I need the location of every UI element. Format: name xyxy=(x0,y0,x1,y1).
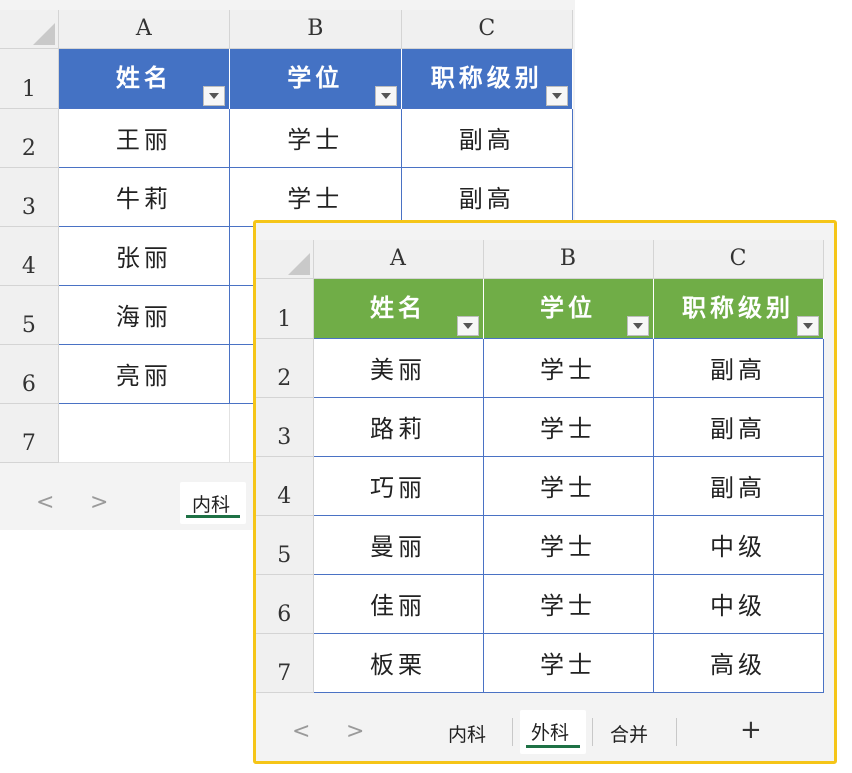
column-header-b[interactable]: B xyxy=(229,10,402,49)
tab-hebing[interactable]: 合并 xyxy=(610,720,648,747)
tab-neike[interactable]: 内科 xyxy=(448,720,486,747)
column-header-a[interactable]: A xyxy=(313,240,484,279)
prev-sheet-chevron-icon[interactable]: < xyxy=(292,719,310,744)
table-cell[interactable]: 学士 xyxy=(482,337,654,398)
select-all-corner[interactable] xyxy=(0,10,59,49)
filter-dropdown-icon[interactable] xyxy=(796,315,819,336)
tab-divider xyxy=(676,718,677,746)
table-cell[interactable]: 副高 xyxy=(652,337,824,398)
row-header-4[interactable]: 4 xyxy=(0,226,59,286)
table-cell[interactable]: 学士 xyxy=(482,573,654,634)
table-cell[interactable]: 王丽 xyxy=(57,107,231,168)
tab-waike[interactable]: 外科 xyxy=(520,710,586,754)
table-cell[interactable]: 美丽 xyxy=(312,337,484,398)
row-header-2[interactable]: 2 xyxy=(256,338,314,398)
table-cell[interactable]: 学士 xyxy=(482,455,654,516)
prev-sheet-chevron-icon[interactable]: < xyxy=(36,490,54,515)
header-cell-title-level[interactable]: 职称级别 xyxy=(653,278,824,338)
table-cell[interactable]: 中级 xyxy=(652,573,824,634)
column-header-c[interactable]: C xyxy=(401,10,574,49)
add-sheet-plus-icon[interactable]: + xyxy=(740,715,762,745)
row-header-6[interactable]: 6 xyxy=(0,344,59,404)
row-header-3[interactable]: 3 xyxy=(256,397,314,457)
header-cell-name[interactable]: 姓名 xyxy=(58,48,231,108)
table-cell[interactable]: 张丽 xyxy=(57,225,231,286)
active-tab-underline xyxy=(526,745,580,748)
table-cell[interactable]: 海丽 xyxy=(57,284,231,345)
table-cell[interactable]: 学士 xyxy=(229,166,402,227)
table-cell[interactable]: 副高 xyxy=(652,455,824,516)
row-header-1[interactable]: 1 xyxy=(0,48,59,109)
table-cell[interactable]: 高级 xyxy=(652,632,824,693)
row-header-1[interactable]: 1 xyxy=(256,278,314,339)
tab-label: 内科 xyxy=(192,494,231,516)
header-cell-degree[interactable]: 学位 xyxy=(229,48,402,108)
filter-dropdown-icon[interactable] xyxy=(456,315,479,336)
table-cell[interactable]: 副高 xyxy=(400,166,574,227)
column-header-c[interactable]: C xyxy=(653,240,824,279)
front-sheet-tab-bar: < > 内科 外科 合并 + xyxy=(256,706,834,761)
header-cell-title-level[interactable]: 职称级别 xyxy=(401,48,574,108)
header-cell-degree[interactable]: 学位 xyxy=(483,278,654,338)
select-all-corner[interactable] xyxy=(256,240,314,279)
next-sheet-chevron-icon[interactable]: > xyxy=(90,490,108,515)
header-cell-name[interactable]: 姓名 xyxy=(313,278,484,338)
filter-dropdown-icon[interactable] xyxy=(374,85,397,106)
tab-label: 外科 xyxy=(531,722,570,744)
row-header-2[interactable]: 2 xyxy=(0,108,59,168)
table-cell[interactable]: 学士 xyxy=(482,514,654,575)
row-header-5[interactable]: 5 xyxy=(0,285,59,345)
table-cell[interactable] xyxy=(58,403,231,463)
row-header-5[interactable]: 5 xyxy=(256,515,314,575)
table-cell[interactable]: 路莉 xyxy=(312,396,484,457)
active-tab-underline xyxy=(186,515,240,518)
filter-dropdown-icon[interactable] xyxy=(546,85,568,106)
row-header-6[interactable]: 6 xyxy=(256,574,314,634)
table-cell[interactable]: 学士 xyxy=(482,396,654,457)
table-cell[interactable]: 亮丽 xyxy=(57,343,231,404)
table-cell[interactable]: 板栗 xyxy=(312,632,484,693)
table-cell[interactable]: 学士 xyxy=(482,632,654,693)
row-header-7[interactable]: 7 xyxy=(0,403,59,463)
tab-divider xyxy=(592,718,593,746)
table-cell[interactable]: 曼丽 xyxy=(312,514,484,575)
row-header-4[interactable]: 4 xyxy=(256,456,314,516)
front-spreadsheet-window: A B C 1 姓名 学位 职称级别 2 美丽 学士 副高 3 路莉 学士 副高… xyxy=(253,220,837,764)
next-sheet-chevron-icon[interactable]: > xyxy=(346,719,364,744)
filter-dropdown-icon[interactable] xyxy=(626,315,649,336)
table-cell[interactable]: 副高 xyxy=(652,396,824,457)
column-header-a[interactable]: A xyxy=(58,10,231,49)
filter-dropdown-icon[interactable] xyxy=(203,85,226,106)
table-cell[interactable]: 学士 xyxy=(229,107,402,168)
table-cell[interactable]: 巧丽 xyxy=(312,455,484,516)
tab-neike[interactable]: 内科 xyxy=(180,482,246,524)
table-cell[interactable]: 副高 xyxy=(400,107,574,168)
column-header-b[interactable]: B xyxy=(483,240,654,279)
front-sheet-grid: A B C 1 姓名 学位 职称级别 2 美丽 学士 副高 3 路莉 学士 副高… xyxy=(256,240,824,693)
row-header-7[interactable]: 7 xyxy=(256,633,314,693)
table-cell[interactable]: 牛莉 xyxy=(57,166,231,227)
tab-divider xyxy=(512,718,513,746)
table-cell[interactable]: 中级 xyxy=(652,514,824,575)
row-header-3[interactable]: 3 xyxy=(0,167,59,227)
table-cell[interactable]: 佳丽 xyxy=(312,573,484,634)
